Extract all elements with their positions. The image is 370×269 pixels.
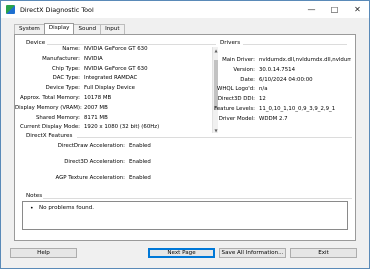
feature-property-row: DirectDraw Acceleration: Enabled xyxy=(15,143,151,149)
drivers-group-title: Drivers xyxy=(219,40,242,46)
title-bar[interactable]: DirectX Diagnostic Tool — □ ✕ xyxy=(1,1,369,18)
dxdiag-app-icon xyxy=(6,5,15,14)
driver-property-value: 11_0,10_1,10_0,9_3,9_2,9_1 xyxy=(259,106,336,112)
driver-property-label: Direct3D DDI: xyxy=(217,96,255,103)
minimize-icon[interactable]: — xyxy=(300,1,323,18)
feature-property-label: Direct3D Acceleration: xyxy=(64,159,125,165)
features-group-title: DirectX Features xyxy=(25,133,74,139)
device-property-value: 1920 x 1080 (32 bit) (60Hz) xyxy=(84,124,160,131)
driver-property-label: Version: xyxy=(233,66,255,73)
maximize-icon[interactable]: □ xyxy=(323,1,346,18)
driver-property-label: WHQL Logo'd: xyxy=(217,86,255,93)
device-property-value: NVIDIA GeForce GT 630 xyxy=(84,46,148,52)
help-button[interactable]: Help xyxy=(10,248,77,258)
notes-box[interactable]: • No problems found. xyxy=(22,201,348,230)
driver-property-value: nvldumdx.dll,nvldumdx.dll,nvldumdx.c xyxy=(259,57,351,63)
driver-property-value: 6/10/2024 04:00:00 xyxy=(259,76,313,83)
driver-property-value: 12 xyxy=(259,96,266,103)
driver-property-label: Main Driver: xyxy=(222,57,255,63)
driver-property-label: Date: xyxy=(240,76,255,83)
save-all-information-button[interactable]: Save All Information... xyxy=(219,248,286,258)
exit-button[interactable]: Exit xyxy=(290,248,357,258)
driver-property-row: Feature Levels: 11_0,10_1,10_0,9_3,9_2,9_… xyxy=(15,106,335,112)
close-icon[interactable]: ✕ xyxy=(346,1,369,18)
scroll-down-icon[interactable]: ▼ xyxy=(213,127,219,133)
notes-group-divider xyxy=(43,198,352,199)
feature-property-row: Direct3D Acceleration: Enabled xyxy=(15,159,151,165)
driver-property-row: Direct3D DDI: 12 xyxy=(15,96,266,102)
driver-property-label: Feature Levels: xyxy=(214,106,255,112)
feature-property-value: Enabled xyxy=(129,175,151,181)
feature-property-label: AGP Texture Acceleration: xyxy=(55,175,126,181)
driver-property-row: Driver Model: WDDM 2.7 xyxy=(15,116,288,122)
device-property-row: Current Display Mode: 1920 x 1080 (32 bit… xyxy=(15,124,159,130)
tab-strip: System Display Sound Input xyxy=(14,23,125,34)
device-property-label: Current Display Mode: xyxy=(19,124,80,131)
driver-property-row: Date: 6/10/2024 04:00:00 xyxy=(15,76,313,83)
notes-group-title: Notes xyxy=(25,193,44,199)
driver-property-label: Driver Model: xyxy=(218,115,255,122)
driver-property-value: n/a xyxy=(259,86,268,93)
driver-property-row: Version: 30.0.14.7514 xyxy=(15,67,295,73)
next-page-button[interactable]: Next Page xyxy=(148,248,215,258)
tab-system[interactable]: System xyxy=(14,24,45,34)
features-group-divider xyxy=(77,137,352,138)
driver-property-row: WHQL Logo'd: n/a xyxy=(15,86,268,92)
tab-display[interactable]: Display xyxy=(43,23,75,34)
drivers-group-divider xyxy=(243,44,347,45)
feature-property-value: Enabled xyxy=(129,143,151,149)
driver-property-value: WDDM 2.7 xyxy=(259,115,288,122)
window-controls: — □ ✕ xyxy=(300,1,369,18)
feature-property-row: AGP Texture Acceleration: Enabled xyxy=(15,175,151,181)
note-bullet: • xyxy=(30,205,34,212)
scroll-up-icon[interactable]: ▲ xyxy=(213,47,219,53)
tab-sound[interactable]: Sound xyxy=(73,24,102,34)
feature-property-value: Enabled xyxy=(129,159,151,165)
dxdiag-window: DirectX Diagnostic Tool — □ ✕ System Dis… xyxy=(0,0,370,269)
note-text: No problems found. xyxy=(39,205,95,211)
feature-property-label: DirectDraw Acceleration: xyxy=(57,143,125,149)
device-property-row: Name: NVIDIA GeForce GT 630 xyxy=(15,46,148,52)
tab-input[interactable]: Input xyxy=(100,24,125,34)
driver-property-value: 30.0.14.7514 xyxy=(259,66,296,73)
driver-property-row: Main Driver: nvldumdx.dll,nvldumdx.dll,nv… xyxy=(15,57,351,63)
window-title: DirectX Diagnostic Tool xyxy=(20,5,94,14)
device-property-label: Name: xyxy=(62,46,80,52)
device-group-divider xyxy=(47,44,216,45)
